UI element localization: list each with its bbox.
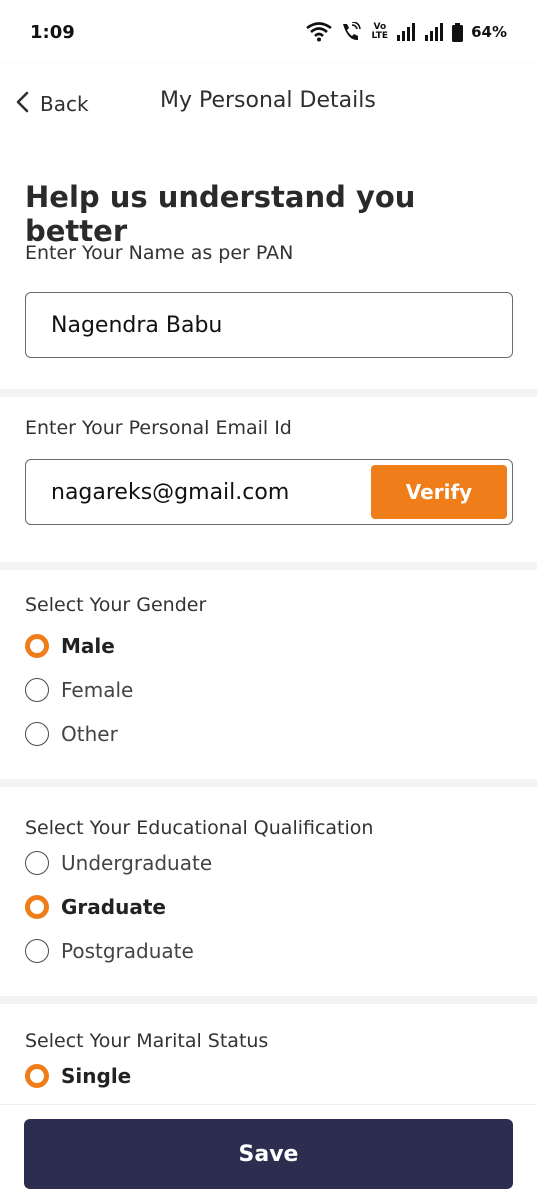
education-option-postgraduate[interactable]: Postgraduate	[25, 929, 513, 973]
back-button[interactable]: Back	[14, 86, 89, 122]
section-divider	[0, 996, 537, 1004]
marital-option-single[interactable]: Single	[25, 1054, 513, 1098]
battery-icon	[452, 22, 464, 42]
gender-section: Select Your Gender Male Female Other	[0, 570, 537, 779]
gender-option-label: Male	[61, 634, 115, 658]
section-divider	[0, 389, 537, 397]
gender-option-other[interactable]: Other	[25, 712, 513, 756]
battery-percent: 64%	[471, 23, 507, 41]
name-input[interactable]: Nagendra Babu	[25, 292, 513, 358]
gender-option-female[interactable]: Female	[25, 668, 513, 712]
status-bar: 1:09 Vo LTE 64%	[0, 0, 537, 64]
education-option-label: Undergraduate	[61, 851, 213, 875]
wifi-calling-icon	[340, 22, 364, 42]
education-option-undergraduate[interactable]: Undergraduate	[25, 841, 513, 885]
form-content[interactable]: Help us understand you better Enter Your…	[0, 144, 537, 1104]
signal-icon-1	[396, 23, 416, 41]
radio-selected-icon[interactable]	[25, 895, 49, 919]
gender-option-label: Other	[61, 722, 118, 746]
page-title: My Personal Details	[160, 88, 376, 113]
volte-bottom: LTE	[371, 31, 389, 41]
radio-selected-icon[interactable]	[25, 1064, 49, 1088]
section-divider	[0, 562, 537, 570]
signal-icon-2	[424, 23, 444, 41]
education-option-label: Graduate	[61, 895, 166, 919]
education-option-label: Postgraduate	[61, 939, 194, 963]
back-label: Back	[40, 92, 89, 116]
radio-icon[interactable]	[25, 851, 49, 875]
education-label: Select Your Educational Qualification	[25, 817, 374, 839]
status-icons: Vo LTE 64%	[305, 22, 507, 42]
status-time: 1:09	[30, 21, 75, 43]
email-value: nagareks@gmail.com	[51, 479, 290, 505]
app-header: Back My Personal Details	[0, 64, 537, 144]
gender-label: Select Your Gender	[25, 594, 207, 616]
chevron-left-icon	[14, 90, 30, 118]
name-section: Help us understand you better Enter Your…	[0, 144, 537, 389]
section-divider	[0, 779, 537, 787]
radio-icon[interactable]	[25, 722, 49, 746]
radio-selected-icon[interactable]	[25, 634, 49, 658]
verify-button[interactable]: Verify	[371, 465, 507, 519]
name-label: Enter Your Name as per PAN	[25, 242, 294, 264]
marital-label: Select Your Marital Status	[25, 1030, 269, 1052]
bottom-bar: Save	[0, 1104, 537, 1200]
volte-icon: Vo LTE	[372, 23, 389, 41]
save-button[interactable]: Save	[24, 1119, 513, 1189]
form-heading: Help us understand you better	[25, 180, 416, 248]
wifi-icon	[305, 22, 332, 42]
name-value: Nagendra Babu	[51, 312, 223, 338]
email-label: Enter Your Personal Email Id	[25, 417, 292, 439]
gender-option-male[interactable]: Male	[25, 624, 513, 668]
marital-section: Select Your Marital Status Single	[0, 1004, 537, 1104]
email-section: Enter Your Personal Email Id nagareks@gm…	[0, 397, 537, 562]
radio-icon[interactable]	[25, 939, 49, 963]
education-option-graduate[interactable]: Graduate	[25, 885, 513, 929]
email-input[interactable]: nagareks@gmail.com Verify	[25, 459, 513, 525]
marital-option-label: Single	[61, 1064, 132, 1088]
radio-icon[interactable]	[25, 678, 49, 702]
gender-option-label: Female	[61, 678, 134, 702]
education-section: Select Your Educational Qualification Un…	[0, 787, 537, 996]
